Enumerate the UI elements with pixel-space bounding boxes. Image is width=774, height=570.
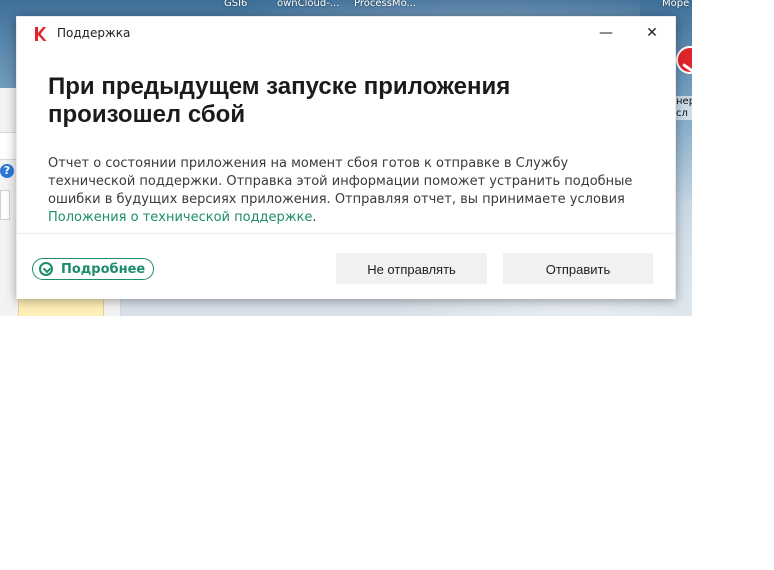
red-check-icon [676,46,692,74]
dialog-footer: Подробнее Не отправлять Отправить [17,234,675,299]
minimize-button[interactable]: — [583,17,629,49]
background-right-widget: нер сл [676,46,692,136]
background-input [0,190,10,220]
description-text: Отчет о состоянии приложения на момент с… [48,156,633,207]
crash-heading: При предыдущем запуске приложения произо… [48,73,511,128]
details-label: Подробнее [61,261,146,277]
taskbar-labels: GSI6 ownCloud-... ProcessMo... Море [0,0,692,12]
kaspersky-logo-icon [35,27,47,41]
side-text-2: сл [676,108,688,119]
details-button[interactable]: Подробнее [32,258,155,280]
crash-description: Отчет о состоянии приложения на момент с… [48,155,648,227]
support-terms-link[interactable]: Положения о технической поддержке [48,210,312,225]
chevron-down-circle-icon [39,262,53,276]
support-dialog: Поддержка — ✕ При предыдущем запуске при… [16,16,676,299]
taskbar-label-1: GSI6 [224,0,248,9]
close-button[interactable]: ✕ [629,17,675,49]
taskbar-label-4: Море [662,0,690,9]
taskbar-label-2: ownCloud-... [277,0,340,9]
send-button[interactable]: Отправить [503,253,653,284]
background-side-text: нер сл [676,96,692,120]
side-text-1: нер [676,96,692,107]
minimize-icon: — [599,25,613,41]
dialog-content: При предыдущем запуске приложения произо… [48,73,648,227]
dialog-title: Поддержка [57,26,131,40]
description-end: . [312,210,317,225]
dialog-titlebar: Поддержка — ✕ [17,17,675,49]
taskbar-label-3: ProcessMo... [354,0,417,9]
dont-send-button[interactable]: Не отправлять [336,253,487,284]
help-icon: ? [0,164,14,178]
close-icon: ✕ [646,25,658,41]
